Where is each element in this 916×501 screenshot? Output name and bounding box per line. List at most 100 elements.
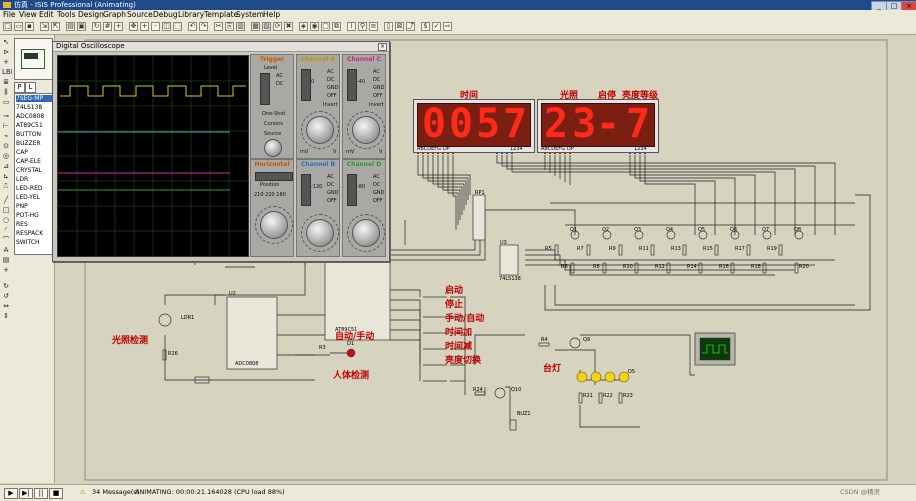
channel-d-dc[interactable]: DC	[373, 182, 380, 188]
flip-v-icon[interactable]: ⇕	[2, 313, 10, 320]
menu-design[interactable]: Design	[78, 10, 104, 20]
channel-b-position-slider[interactable]	[301, 174, 311, 206]
device-list[interactable]: 7SEG-MP 74LS138 ADC0808 AT89C51 BUTTON BUZZER…	[14, 93, 54, 255]
path-icon[interactable]: ⌒	[2, 237, 10, 244]
channel-d-position-slider[interactable]	[347, 174, 357, 206]
rotate-cw-icon[interactable]: ↻	[2, 283, 10, 290]
trigger-source-knob[interactable]	[264, 139, 282, 157]
device-list-item[interactable]: LDR	[16, 176, 52, 183]
channel-a-ac[interactable]: AC	[327, 69, 334, 75]
channel-c-gnd[interactable]: GND	[373, 85, 384, 91]
device-list-item[interactable]: 74LS138	[16, 104, 52, 111]
menu-system[interactable]: System	[236, 10, 264, 20]
text-script-icon[interactable]: ≣	[2, 79, 10, 86]
trigger-level-slider[interactable]	[260, 73, 270, 105]
line-icon[interactable]: ╱	[2, 197, 10, 204]
block-copy-icon[interactable]: ▦	[251, 22, 260, 31]
channel-a-invert[interactable]: Invert	[323, 102, 338, 108]
erc-icon[interactable]: ✓	[432, 22, 441, 31]
terminals-icon[interactable]: ⊸	[2, 113, 10, 120]
wire-label-icon[interactable]: LBL	[2, 69, 15, 76]
oscilloscope-titlebar[interactable]: Digital Oscilloscope ×	[53, 42, 389, 52]
channel-d-gnd[interactable]: GND	[373, 190, 384, 196]
selection-mode-icon[interactable]: ↖	[2, 39, 10, 46]
channel-a-position-slider[interactable]	[301, 69, 311, 101]
channel-b-gnd[interactable]: GND	[327, 190, 338, 196]
channel-c-ac[interactable]: AC	[373, 69, 380, 75]
print-icon[interactable]: ▤	[66, 22, 75, 31]
undo-icon[interactable]: ↶	[188, 22, 197, 31]
zoom-area-icon[interactable]: ⬚	[173, 22, 182, 31]
netlist-to-ares-icon[interactable]: ⇨	[443, 22, 452, 31]
subcircuit-icon[interactable]: ▭	[2, 99, 10, 106]
channel-a-volts-knob[interactable]	[306, 116, 334, 144]
export-icon[interactable]: ⇱	[51, 22, 60, 31]
origin-icon[interactable]: +	[114, 22, 123, 31]
device-list-item[interactable]: POT-HG	[16, 212, 52, 219]
device-list-item[interactable]: LED-RED	[16, 185, 52, 192]
channel-b-dc[interactable]: DC	[327, 182, 334, 188]
device-list-item[interactable]: CAP-ELE	[16, 158, 52, 165]
remove-sheet-icon[interactable]: ⊠	[395, 22, 404, 31]
import-icon[interactable]: ⇲	[40, 22, 49, 31]
rotate-ccw-icon[interactable]: ↺	[2, 293, 10, 300]
overview-window[interactable]	[14, 38, 53, 80]
device-list-item[interactable]: RES	[16, 221, 52, 228]
menu-help[interactable]: Help	[263, 10, 280, 20]
menu-tools[interactable]: Tools	[57, 10, 75, 20]
channel-d-volts-knob[interactable]	[352, 219, 380, 247]
pause-button[interactable]: ||	[34, 488, 48, 499]
grid-icon[interactable]: #	[103, 22, 112, 31]
library-manager-button[interactable]: L	[25, 82, 36, 93]
cursors-label[interactable]: Cursors	[264, 121, 283, 127]
stop-button[interactable]: ■	[49, 488, 63, 499]
paste-icon[interactable]: ▥	[236, 22, 245, 31]
channel-a-dc[interactable]: DC	[327, 77, 334, 83]
device-list-item[interactable]: SWITCH	[16, 239, 52, 246]
oscilloscope-close-button[interactable]: ×	[378, 43, 387, 51]
device-list-item[interactable]: LED-YEL	[16, 194, 52, 201]
arc-icon[interactable]: ◜	[2, 227, 10, 234]
search-icon[interactable]: ⚲	[358, 22, 367, 31]
menu-view[interactable]: View	[19, 10, 37, 20]
device-list-item[interactable]: CRYSTAL	[16, 167, 52, 174]
voltage-probe-icon[interactable]: ⊿	[2, 163, 10, 170]
cut-icon[interactable]: ✂	[214, 22, 223, 31]
block-move-icon[interactable]: ▧	[262, 22, 271, 31]
redo-icon[interactable]: ↷	[199, 22, 208, 31]
channel-d-ac[interactable]: AC	[373, 174, 380, 180]
menu-template[interactable]: Template	[204, 10, 238, 20]
block-delete-icon[interactable]: ✖	[284, 22, 293, 31]
message-count[interactable]: 34 Message(s)	[92, 488, 139, 497]
make-device-icon[interactable]: ◉	[310, 22, 319, 31]
block-rotate-icon[interactable]: ⟳	[273, 22, 282, 31]
menu-file[interactable]: File	[3, 10, 16, 20]
junction-dot-icon[interactable]: +	[2, 59, 10, 66]
channel-b-ac[interactable]: AC	[327, 174, 334, 180]
pick-devices-button[interactable]: P	[14, 82, 25, 93]
device-list-item[interactable]: BUZZER	[16, 140, 52, 147]
bus-icon[interactable]: ⫼	[2, 89, 10, 96]
device-list-item[interactable]: 7SEG-MP	[16, 95, 52, 102]
menu-debug[interactable]: Debug	[153, 10, 178, 20]
circle-icon[interactable]: ○	[2, 217, 10, 224]
menu-graph[interactable]: Graph	[103, 10, 126, 20]
marker-icon[interactable]: +	[2, 267, 10, 274]
area-icon[interactable]: ▣	[77, 22, 86, 31]
flip-h-icon[interactable]: ⇔	[2, 303, 10, 310]
play-button[interactable]: ▶	[4, 488, 18, 499]
refresh-icon[interactable]: ↻	[92, 22, 101, 31]
symbol-icon[interactable]: ▤	[2, 257, 10, 264]
new-sheet-icon[interactable]: ▯	[384, 22, 393, 31]
channel-c-invert[interactable]: Invert	[369, 102, 384, 108]
component-mode-icon[interactable]: ⊳	[2, 49, 10, 56]
channel-c-volts-knob[interactable]	[352, 116, 380, 144]
current-probe-icon[interactable]: ⊾	[2, 173, 10, 180]
menu-source[interactable]: Source	[127, 10, 153, 20]
copy-icon[interactable]: ⎘	[225, 22, 234, 31]
bom-icon[interactable]: $	[421, 22, 430, 31]
channel-d-off[interactable]: OFF	[373, 198, 383, 204]
one-shot-label[interactable]: One-Shot	[262, 111, 285, 117]
pan-icon[interactable]: ✥	[129, 22, 138, 31]
device-list-item[interactable]: AT89C51	[16, 122, 52, 129]
